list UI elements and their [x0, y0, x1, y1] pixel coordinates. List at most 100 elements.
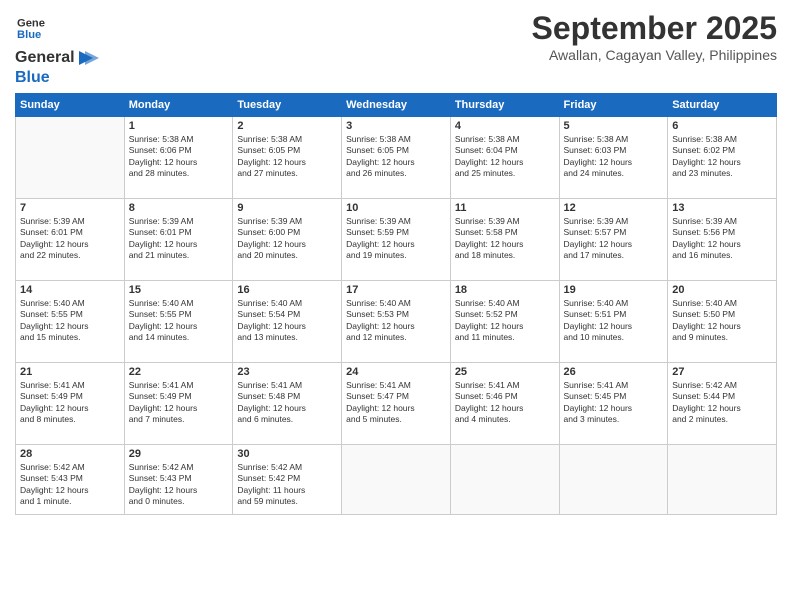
calendar-day-header: Saturday: [668, 94, 777, 117]
day-number: 8: [129, 202, 229, 214]
day-number: 6: [672, 120, 772, 132]
calendar-day-header: Monday: [124, 94, 233, 117]
calendar-cell: 27 Sunrise: 5:42 AMSunset: 5:44 PMDayligh…: [668, 363, 777, 445]
day-number: 29: [129, 448, 229, 460]
day-number: 9: [237, 202, 337, 214]
day-info: Sunrise: 5:40 AMSunset: 5:54 PMDaylight:…: [237, 298, 337, 344]
calendar-cell: [450, 445, 559, 515]
calendar-cell: 26 Sunrise: 5:41 AMSunset: 5:45 PMDayligh…: [559, 363, 668, 445]
day-number: 1: [129, 120, 229, 132]
calendar-day-header: Sunday: [16, 94, 125, 117]
day-info: Sunrise: 5:40 AMSunset: 5:52 PMDaylight:…: [455, 298, 555, 344]
day-info: Sunrise: 5:40 AMSunset: 5:53 PMDaylight:…: [346, 298, 446, 344]
day-info: Sunrise: 5:42 AMSunset: 5:44 PMDaylight:…: [672, 380, 772, 426]
day-number: 17: [346, 284, 446, 296]
day-number: 19: [564, 284, 664, 296]
day-info: Sunrise: 5:39 AMSunset: 5:59 PMDaylight:…: [346, 216, 446, 262]
day-number: 26: [564, 366, 664, 378]
calendar-cell: 17 Sunrise: 5:40 AMSunset: 5:53 PMDayligh…: [342, 281, 451, 363]
page: General Blue General Blue September 202: [0, 0, 792, 612]
day-info: Sunrise: 5:38 AMSunset: 6:06 PMDaylight:…: [129, 134, 229, 180]
svg-text:Blue: Blue: [17, 29, 41, 41]
day-info: Sunrise: 5:38 AMSunset: 6:03 PMDaylight:…: [564, 134, 664, 180]
day-info: Sunrise: 5:38 AMSunset: 6:02 PMDaylight:…: [672, 134, 772, 180]
calendar-day-header: Friday: [559, 94, 668, 117]
logo-text-general: General: [15, 49, 75, 66]
day-info: Sunrise: 5:42 AMSunset: 5:43 PMDaylight:…: [20, 462, 120, 508]
day-info: Sunrise: 5:39 AMSunset: 6:01 PMDaylight:…: [129, 216, 229, 262]
calendar-cell: 24Sunrise: 5:41 AMSunset: 5:47 PMDayligh…: [342, 363, 451, 445]
day-info: Sunrise: 5:38 AMSunset: 6:05 PMDaylight:…: [346, 134, 446, 180]
calendar-cell: 22 Sunrise: 5:41 AMSunset: 5:49 PMDayligh…: [124, 363, 233, 445]
calendar-cell: 1 Sunrise: 5:38 AMSunset: 6:06 PMDaylight…: [124, 117, 233, 199]
calendar-week-row: 21Sunrise: 5:41 AMSunset: 5:49 PMDayligh…: [16, 363, 777, 445]
day-number: 27: [672, 366, 772, 378]
calendar-header-row: SundayMondayTuesdayWednesdayThursdayFrid…: [16, 94, 777, 117]
calendar-cell: 2Sunrise: 5:38 AMSunset: 6:05 PMDaylight…: [233, 117, 342, 199]
day-info: Sunrise: 5:41 AMSunset: 5:49 PMDaylight:…: [129, 380, 229, 426]
day-info: Sunrise: 5:39 AMSunset: 6:01 PMDaylight:…: [20, 216, 120, 262]
calendar-cell: 28Sunrise: 5:42 AMSunset: 5:43 PMDayligh…: [16, 445, 125, 515]
day-number: 2: [237, 120, 337, 132]
calendar-cell: 7 Sunrise: 5:39 AMSunset: 6:01 PMDaylight…: [16, 199, 125, 281]
day-info: Sunrise: 5:39 AMSunset: 5:57 PMDaylight:…: [564, 216, 664, 262]
logo-arrow-icon: [77, 47, 99, 69]
day-info: Sunrise: 5:40 AMSunset: 5:50 PMDaylight:…: [672, 298, 772, 344]
day-number: 20: [672, 284, 772, 296]
logo-icon: General Blue: [17, 14, 45, 42]
day-number: 11: [455, 202, 555, 214]
calendar-cell: [342, 445, 451, 515]
day-info: Sunrise: 5:39 AMSunset: 6:00 PMDaylight:…: [237, 216, 337, 262]
day-number: 13: [672, 202, 772, 214]
calendar-table: SundayMondayTuesdayWednesdayThursdayFrid…: [15, 93, 777, 515]
calendar-day-header: Thursday: [450, 94, 559, 117]
calendar-cell: 5 Sunrise: 5:38 AMSunset: 6:03 PMDaylight…: [559, 117, 668, 199]
calendar-cell: 12Sunrise: 5:39 AMSunset: 5:57 PMDayligh…: [559, 199, 668, 281]
calendar-day-header: Tuesday: [233, 94, 342, 117]
calendar-cell: 14 Sunrise: 5:40 AMSunset: 5:55 PMDayligh…: [16, 281, 125, 363]
day-number: 18: [455, 284, 555, 296]
day-info: Sunrise: 5:42 AMSunset: 5:43 PMDaylight:…: [129, 462, 229, 508]
month-title: September 2025: [532, 10, 777, 47]
calendar-cell: 11 Sunrise: 5:39 AMSunset: 5:58 PMDayligh…: [450, 199, 559, 281]
calendar-week-row: 7 Sunrise: 5:39 AMSunset: 6:01 PMDaylight…: [16, 199, 777, 281]
calendar-cell: 4 Sunrise: 5:38 AMSunset: 6:04 PMDaylight…: [450, 117, 559, 199]
calendar-cell: 9 Sunrise: 5:39 AMSunset: 6:00 PMDaylight…: [233, 199, 342, 281]
day-info: Sunrise: 5:40 AMSunset: 5:55 PMDaylight:…: [129, 298, 229, 344]
day-number: 5: [564, 120, 664, 132]
day-info: Sunrise: 5:41 AMSunset: 5:49 PMDaylight:…: [20, 380, 120, 426]
calendar-cell: 20 Sunrise: 5:40 AMSunset: 5:50 PMDayligh…: [668, 281, 777, 363]
day-number: 10: [346, 202, 446, 214]
day-info: Sunrise: 5:41 AMSunset: 5:46 PMDaylight:…: [455, 380, 555, 426]
calendar-week-row: 14 Sunrise: 5:40 AMSunset: 5:55 PMDayligh…: [16, 281, 777, 363]
day-info: Sunrise: 5:40 AMSunset: 5:55 PMDaylight:…: [20, 298, 120, 344]
logo-text-blue: Blue: [15, 69, 99, 87]
day-info: Sunrise: 5:39 AMSunset: 5:58 PMDaylight:…: [455, 216, 555, 262]
header: General Blue General Blue September 202: [15, 10, 777, 87]
calendar-cell: [668, 445, 777, 515]
day-info: Sunrise: 5:41 AMSunset: 5:47 PMDaylight:…: [346, 380, 446, 426]
calendar-cell: 23Sunrise: 5:41 AMSunset: 5:48 PMDayligh…: [233, 363, 342, 445]
day-info: Sunrise: 5:41 AMSunset: 5:45 PMDaylight:…: [564, 380, 664, 426]
calendar-week-row: 1 Sunrise: 5:38 AMSunset: 6:06 PMDaylight…: [16, 117, 777, 199]
calendar-cell: 25 Sunrise: 5:41 AMSunset: 5:46 PMDayligh…: [450, 363, 559, 445]
calendar-cell: 8 Sunrise: 5:39 AMSunset: 6:01 PMDaylight…: [124, 199, 233, 281]
calendar-cell: 18 Sunrise: 5:40 AMSunset: 5:52 PMDayligh…: [450, 281, 559, 363]
calendar-cell: 29 Sunrise: 5:42 AMSunset: 5:43 PMDayligh…: [124, 445, 233, 515]
calendar-cell: 21Sunrise: 5:41 AMSunset: 5:49 PMDayligh…: [16, 363, 125, 445]
calendar-cell: 15 Sunrise: 5:40 AMSunset: 5:55 PMDayligh…: [124, 281, 233, 363]
day-number: 16: [237, 284, 337, 296]
calendar-cell: 10 Sunrise: 5:39 AMSunset: 5:59 PMDayligh…: [342, 199, 451, 281]
day-number: 14: [20, 284, 120, 296]
day-info: Sunrise: 5:39 AMSunset: 5:56 PMDaylight:…: [672, 216, 772, 262]
day-number: 4: [455, 120, 555, 132]
calendar-day-header: Wednesday: [342, 94, 451, 117]
calendar-cell: 19Sunrise: 5:40 AMSunset: 5:51 PMDayligh…: [559, 281, 668, 363]
day-number: 22: [129, 366, 229, 378]
day-number: 7: [20, 202, 120, 214]
calendar-week-row: 28Sunrise: 5:42 AMSunset: 5:43 PMDayligh…: [16, 445, 777, 515]
day-number: 15: [129, 284, 229, 296]
day-number: 25: [455, 366, 555, 378]
day-info: Sunrise: 5:38 AMSunset: 6:04 PMDaylight:…: [455, 134, 555, 180]
location-subtitle: Awallan, Cagayan Valley, Philippines: [532, 47, 777, 63]
